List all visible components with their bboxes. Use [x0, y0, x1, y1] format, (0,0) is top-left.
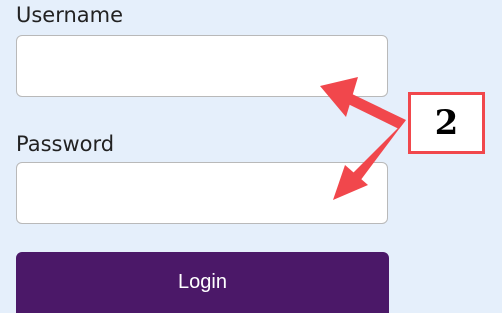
arrow-to-password-shaft: [352, 120, 406, 181]
annotation-arrows: [320, 77, 406, 200]
login-form-panel: Username Password Login 2: [0, 0, 502, 313]
arrow-to-username-shaft: [346, 93, 406, 129]
step-number-badge: 2: [408, 92, 485, 154]
